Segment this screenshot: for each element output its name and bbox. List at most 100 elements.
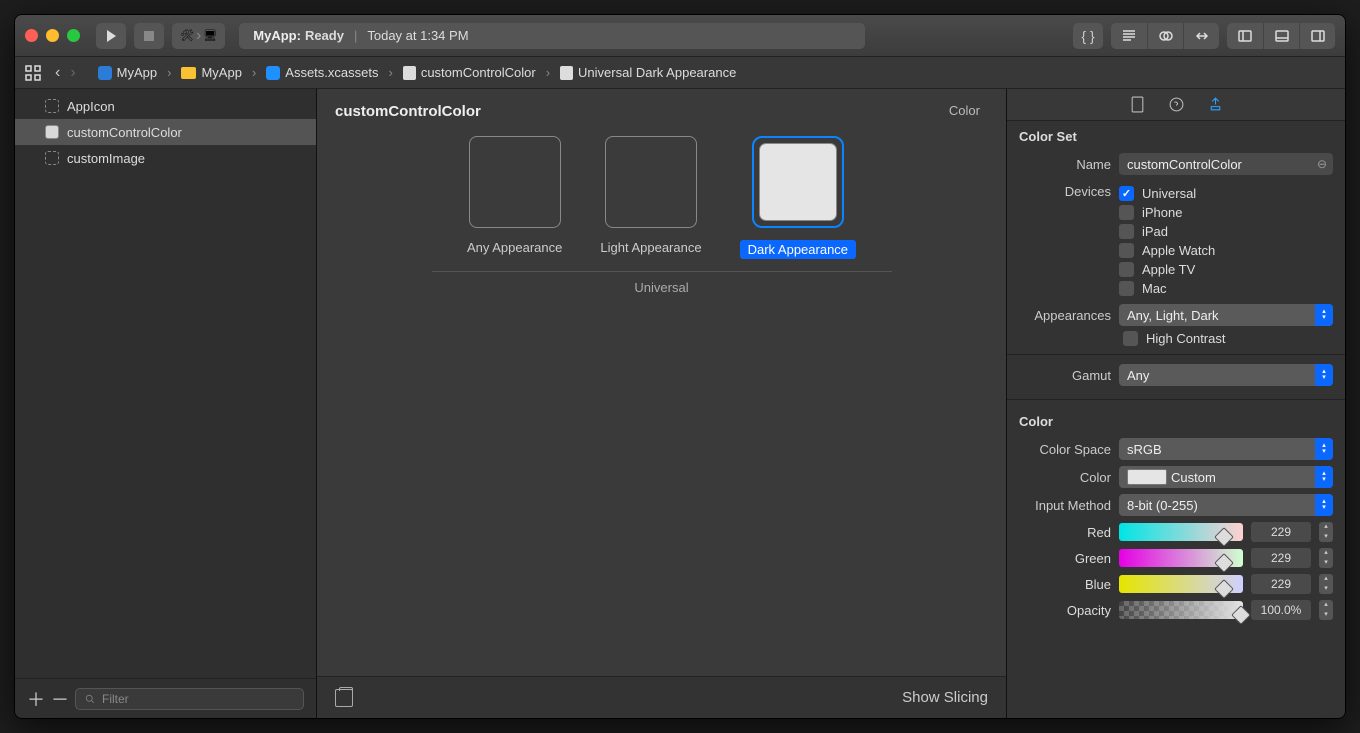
green-stepper[interactable] <box>1319 548 1333 568</box>
asset-item-customcontrolcolor[interactable]: customControlColor <box>15 119 316 145</box>
asset-title: customControlColor <box>335 103 481 120</box>
device-watch[interactable]: Apple Watch <box>1119 241 1333 260</box>
help-inspector-icon[interactable] <box>1168 96 1185 113</box>
checkbox-icon[interactable] <box>1119 262 1134 277</box>
filter-field[interactable]: Filter <box>75 688 304 710</box>
window-controls <box>25 29 80 42</box>
stop-button[interactable] <box>134 23 164 49</box>
crumb-variant[interactable]: Universal Dark Appearance <box>556 63 740 82</box>
green-slider-row: Green 229 <box>1007 545 1345 571</box>
braces-button[interactable]: { } <box>1073 23 1103 49</box>
inspector-toggle-icon[interactable] <box>1299 23 1335 49</box>
panel-toggles[interactable] <box>1227 23 1335 49</box>
device-ipad[interactable]: iPad <box>1119 222 1333 241</box>
nav-back[interactable]: ‹ <box>55 64 60 82</box>
red-stepper[interactable] <box>1319 522 1333 542</box>
editor-mode-segment[interactable] <box>1111 23 1219 49</box>
color-select[interactable]: Custom <box>1119 466 1333 488</box>
blue-value[interactable]: 229 <box>1251 574 1311 594</box>
attributes-inspector-icon[interactable] <box>1207 96 1224 113</box>
gamut-select[interactable]: Any <box>1119 364 1333 386</box>
show-slicing-button[interactable]: Show Slicing <box>902 689 988 706</box>
devices-label: Devices <box>1019 184 1111 199</box>
gamut-label: Gamut <box>1019 368 1111 383</box>
device-universal[interactable]: Universal <box>1119 184 1333 203</box>
colorset-icon <box>403 66 416 80</box>
crumb-assets[interactable]: Assets.xcassets <box>262 63 382 82</box>
checkbox-icon[interactable] <box>1119 224 1134 239</box>
minimize-button[interactable] <box>46 29 59 42</box>
device-iphone[interactable]: iPhone <box>1119 203 1333 222</box>
file-inspector-icon[interactable] <box>1129 96 1146 113</box>
color-label: Color <box>1019 470 1111 485</box>
crumb-project[interactable]: MyApp <box>94 63 161 82</box>
opacity-value[interactable]: 100.0% <box>1251 600 1311 620</box>
asset-item-appicon[interactable]: AppIcon <box>15 93 316 119</box>
close-button[interactable] <box>25 29 38 42</box>
slider-thumb[interactable] <box>1231 605 1251 625</box>
input-method-select[interactable]: 8-bit (0-255) <box>1119 494 1333 516</box>
swatch-dark[interactable]: Dark Appearance <box>740 136 856 259</box>
input-method-label: Input Method <box>1019 498 1111 513</box>
add-asset-button[interactable]: ＋ <box>27 686 41 712</box>
high-contrast-check[interactable]: High Contrast <box>1007 329 1345 348</box>
swatch-dark-well[interactable] <box>752 136 844 228</box>
appearances-label: Appearances <box>1019 308 1111 323</box>
attributes-inspector: Color Set Name customControlColor ⊖ Devi… <box>1007 89 1345 718</box>
blue-stepper[interactable] <box>1319 574 1333 594</box>
name-label: Name <box>1019 157 1111 172</box>
swatch-light-well[interactable] <box>605 136 697 228</box>
asset-list: AppIcon customControlColor customImage <box>15 89 316 678</box>
device-group-label: Universal <box>432 271 892 295</box>
opacity-slider[interactable] <box>1119 601 1243 619</box>
checkbox-icon[interactable] <box>1119 205 1134 220</box>
crumb-colorset[interactable]: customControlColor <box>399 63 540 82</box>
navigator-toggle-icon[interactable] <box>1227 23 1263 49</box>
standard-editor-icon[interactable] <box>1111 23 1147 49</box>
swatch-light[interactable]: Light Appearance <box>600 136 701 259</box>
opacity-stepper[interactable] <box>1319 600 1333 620</box>
colorset-section-label: Color Set <box>1007 121 1345 150</box>
red-slider[interactable] <box>1119 523 1243 541</box>
scheme-selector[interactable]: 🛠›🖥 <box>172 23 225 49</box>
slider-thumb[interactable] <box>1214 553 1234 573</box>
editor-header: customControlColor Color <box>317 89 1006 130</box>
color-well[interactable] <box>1127 469 1167 485</box>
appearances-select[interactable]: Any, Light, Dark <box>1119 304 1333 326</box>
assistant-editor-icon[interactable] <box>1147 23 1183 49</box>
green-value[interactable]: 229 <box>1251 548 1311 568</box>
activity-viewer: MyApp: Ready | Today at 1:34 PM <box>239 23 865 49</box>
red-value[interactable]: 229 <box>1251 522 1311 542</box>
inspector-tabs <box>1007 89 1345 121</box>
filter-icon <box>84 693 96 705</box>
swatch-row: Any Appearance Light Appearance Dark App… <box>317 130 1006 271</box>
swatch-any[interactable]: Any Appearance <box>467 136 562 259</box>
swatch-any-well[interactable] <box>469 136 561 228</box>
checkbox-checked-icon[interactable] <box>1119 186 1134 201</box>
remove-asset-button[interactable]: － <box>51 686 65 712</box>
checkbox-icon[interactable] <box>1119 281 1134 296</box>
colorspace-select[interactable]: sRGB <box>1119 438 1333 460</box>
variant-icon <box>560 66 573 80</box>
blue-slider[interactable] <box>1119 575 1243 593</box>
nav-forward[interactable]: › <box>70 64 75 82</box>
related-items-icon[interactable] <box>25 65 41 81</box>
crumb-group[interactable]: MyApp <box>177 63 245 82</box>
outline-toggle-icon[interactable] <box>335 689 353 707</box>
slider-thumb[interactable] <box>1214 527 1234 547</box>
checkbox-icon[interactable] <box>1119 243 1134 258</box>
name-field[interactable]: customControlColor ⊖ <box>1119 153 1333 175</box>
slider-thumb[interactable] <box>1214 579 1234 599</box>
main-body: AppIcon customControlColor customImage ＋… <box>15 89 1345 718</box>
debug-toggle-icon[interactable] <box>1263 23 1299 49</box>
green-slider[interactable] <box>1119 549 1243 567</box>
clear-icon[interactable]: ⊖ <box>1317 157 1327 171</box>
version-editor-icon[interactable] <box>1183 23 1219 49</box>
device-mac[interactable]: Mac <box>1119 279 1333 298</box>
asset-item-customimage[interactable]: customImage <box>15 145 316 171</box>
checkbox-icon[interactable] <box>1123 331 1138 346</box>
assets-icon <box>266 66 280 80</box>
device-tv[interactable]: Apple TV <box>1119 260 1333 279</box>
run-button[interactable] <box>96 23 126 49</box>
maximize-button[interactable] <box>67 29 80 42</box>
